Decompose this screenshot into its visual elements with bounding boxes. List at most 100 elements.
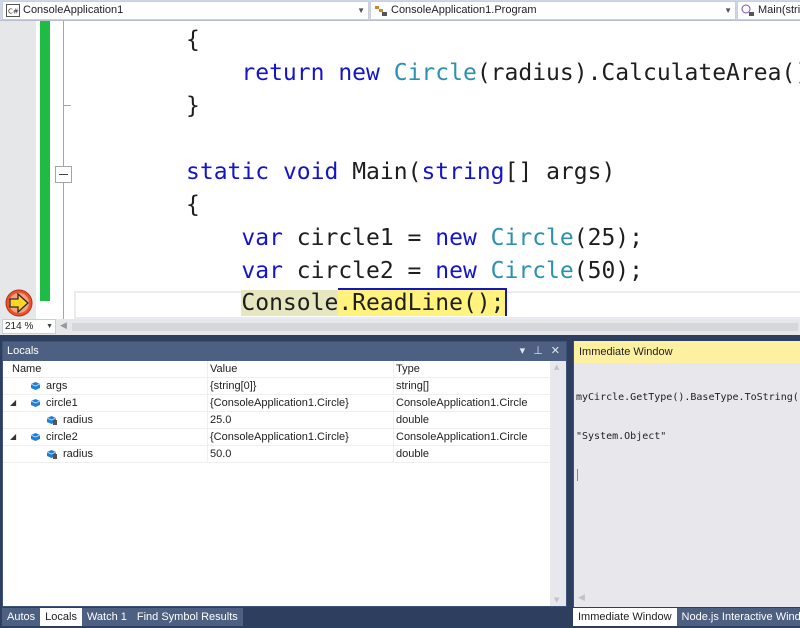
svg-text:C#: C# [8, 8, 19, 16]
expand-collapse-icon[interactable]: ◢ [10, 395, 16, 411]
keyword-token: new [435, 225, 491, 251]
current-statement-line: Console.ReadLine(); [241, 287, 507, 319]
keyword-token: var [241, 258, 297, 284]
project-dropdown[interactable]: C# ConsoleApplication1 ▼ [2, 1, 369, 20]
locals-value-cell[interactable]: 25.0 [208, 412, 394, 429]
tab-locals[interactable]: Locals [40, 608, 82, 626]
code-token: (radius).CalculateArea(); [476, 60, 800, 86]
locals-title: Locals [7, 345, 39, 357]
collapse-icon[interactable] [55, 166, 72, 183]
class-icon [375, 6, 387, 16]
keyword-token: string [421, 159, 505, 185]
code-line: var circle2 = new Circle(50); [241, 255, 643, 288]
chevron-down-icon: ▼ [357, 6, 365, 15]
locals-value-cell[interactable]: {ConsoleApplication1.Circle} [208, 395, 394, 412]
dropdown-icon[interactable]: ▾ [520, 342, 526, 361]
code-token: (50); [573, 258, 643, 284]
locals-name-cell: args [3, 378, 208, 395]
locals-value-cell[interactable]: {ConsoleApplication1.Circle} [208, 429, 394, 446]
locals-type-cell: string[] [394, 378, 551, 395]
code-token: [] args) [504, 159, 616, 185]
csharp-project-icon: C# [6, 4, 20, 17]
expand-collapse-icon[interactable]: ◢ [10, 429, 16, 445]
object-icon [30, 399, 41, 407]
column-header-name[interactable]: Name [3, 361, 208, 378]
type-dropdown[interactable]: ConsoleApplication1.Program ▼ [370, 1, 736, 20]
keyword-token: void [282, 159, 353, 185]
member-dropdown[interactable]: Main(string[] args) [737, 1, 800, 20]
tab-watch-1[interactable]: Watch 1 [81, 608, 132, 626]
code-line: } [186, 90, 200, 123]
private-field-icon [46, 416, 57, 425]
variable-name: radius [63, 448, 93, 460]
variable-name: radius [63, 414, 93, 426]
code-token: { [186, 192, 200, 218]
locals-row[interactable]: ◢ circle1 {ConsoleApplication1.Circle} Cons… [3, 395, 551, 412]
immediate-line: myCircle.GetType().BaseType.ToString() [576, 392, 800, 403]
variable-name: args [46, 380, 68, 392]
code-token: Main( [352, 159, 422, 185]
scroll-left-icon[interactable]: ◀ [578, 593, 585, 603]
chevron-down-icon: ▼ [724, 6, 732, 15]
locals-value-cell[interactable]: 50.0 [208, 446, 394, 463]
column-header-value[interactable]: Value [208, 361, 394, 378]
keyword-token: var [241, 225, 297, 251]
type-dropdown-label: ConsoleApplication1.Program [391, 4, 537, 16]
instruction-pointer-icon [5, 289, 33, 317]
private-field-icon [46, 450, 57, 459]
type-token: Circle [490, 225, 574, 251]
interactive-tool-tabs: Immediate Window Node.js Interactive Wind… [573, 608, 800, 628]
object-icon [30, 433, 41, 441]
project-dropdown-label: ConsoleApplication1 [23, 4, 124, 16]
code-line: return new Circle(radius).CalculateArea(… [241, 57, 800, 90]
keyword-token: return [241, 60, 339, 86]
zoom-level-dropdown[interactable]: 214 % ▼ [2, 319, 56, 334]
locals-name-cell: ◢ circle1 [3, 395, 208, 412]
locals-row[interactable]: radius 25.0 double [3, 412, 551, 429]
current-statement-prefix: Console [241, 290, 339, 316]
locals-name-cell: radius [3, 446, 208, 463]
code-line: { [186, 189, 200, 222]
immediate-window[interactable]: Immediate Window myCircle.GetType().Base… [573, 341, 800, 607]
horizontal-scrollbar[interactable] [72, 323, 798, 331]
variable-name: circle1 [46, 397, 78, 409]
locals-name-cell: radius [3, 412, 208, 429]
code-token: (25); [573, 225, 643, 251]
code-token: circle2 = [296, 258, 436, 284]
tab-immediate-window[interactable]: Immediate Window [573, 608, 677, 626]
pin-icon[interactable]: ⊥ [533, 342, 543, 361]
locals-row[interactable]: ◢ circle2 {ConsoleApplication1.Circle} Cons… [3, 429, 551, 446]
locals-row[interactable]: args {string[0]} string[] [3, 378, 551, 395]
code-token: { [186, 27, 200, 53]
navigation-bar: C# ConsoleApplication1 ▼ ConsoleApplicat… [0, 0, 800, 21]
immediate-title: Immediate Window [574, 341, 800, 363]
locals-row[interactable]: radius 50.0 double [3, 446, 551, 463]
method-icon [741, 4, 754, 16]
current-statement-highlight: .ReadLine(); [338, 288, 507, 316]
code-editor[interactable]: {return new Circle(radius).CalculateArea… [0, 21, 800, 319]
locals-value-cell[interactable]: {string[0]} [208, 378, 394, 395]
debug-tool-tabs: Autos Locals Watch 1 Find Symbol Results [2, 608, 243, 628]
immediate-content[interactable]: myCircle.GetType().BaseType.ToString() "… [574, 363, 800, 509]
code-token: circle1 = [296, 225, 436, 251]
indicator-margin[interactable] [0, 21, 36, 319]
scroll-left-icon[interactable]: ◀ [60, 321, 67, 331]
tab-autos[interactable]: Autos [2, 608, 41, 626]
immediate-horizontal-scrollbar[interactable]: ◀ [574, 591, 800, 607]
locals-vertical-scrollbar[interactable]: ▲ ▼ [550, 361, 566, 606]
text-caret [577, 469, 578, 481]
variable-name: circle2 [46, 431, 78, 443]
type-token: Circle [490, 258, 574, 284]
scroll-down-icon[interactable]: ▼ [554, 596, 559, 604]
close-icon[interactable]: ✕ [551, 342, 560, 361]
column-header-type[interactable]: Type [394, 361, 551, 378]
code-line: { [186, 24, 200, 57]
scroll-up-icon[interactable]: ▲ [554, 363, 559, 371]
locals-type-cell: double [394, 446, 551, 463]
code-line: static void Main(string[] args) [186, 156, 615, 189]
editor-bottom-bar: 214 % ▼ ◀ [0, 319, 800, 335]
tab-find-symbol-results[interactable]: Find Symbol Results [131, 608, 243, 626]
locals-panel: Locals ▾ ⊥ ✕ Name Value Type args {string… [2, 341, 567, 607]
tab-node-js-interactive-window[interactable]: Node.js Interactive Window [676, 608, 800, 626]
visual-studio-window: C# ConsoleApplication1 ▼ ConsoleApplicat… [0, 0, 800, 628]
